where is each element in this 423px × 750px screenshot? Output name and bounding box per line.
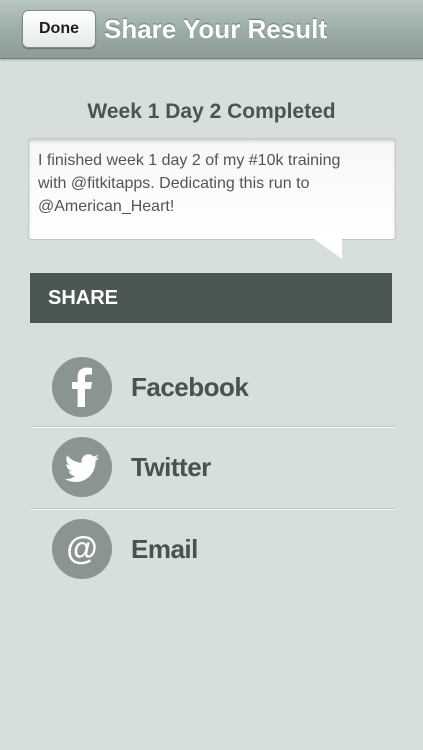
svg-text:@: @ [66,530,97,566]
share-facebook-row[interactable]: Facebook [30,347,396,427]
share-twitter-label: Twitter [131,452,211,482]
share-email-label: Email [131,534,198,564]
completed-title: Week 1 Day 2 Completed [87,100,336,123]
share-facebook-label: Facebook [131,372,249,402]
share-twitter-row[interactable]: Twitter [30,427,396,507]
share-section-header: SHARE [30,273,392,323]
navigation-bar: Done Share Your Result [0,0,423,59]
share-email-row[interactable]: @ Email [30,509,396,589]
twitter-bird-icon [52,437,112,497]
message-text[interactable]: I finished week 1 day 2 of my #10k train… [29,139,395,228]
message-text-area[interactable]: I finished week 1 day 2 of my #10k train… [28,138,396,240]
at-sign-icon: @ [52,519,112,579]
done-button[interactable]: Done [22,10,96,48]
speech-bubble-tail [314,239,342,259]
page-title: Share Your Result [104,14,327,44]
facebook-icon [52,357,112,417]
